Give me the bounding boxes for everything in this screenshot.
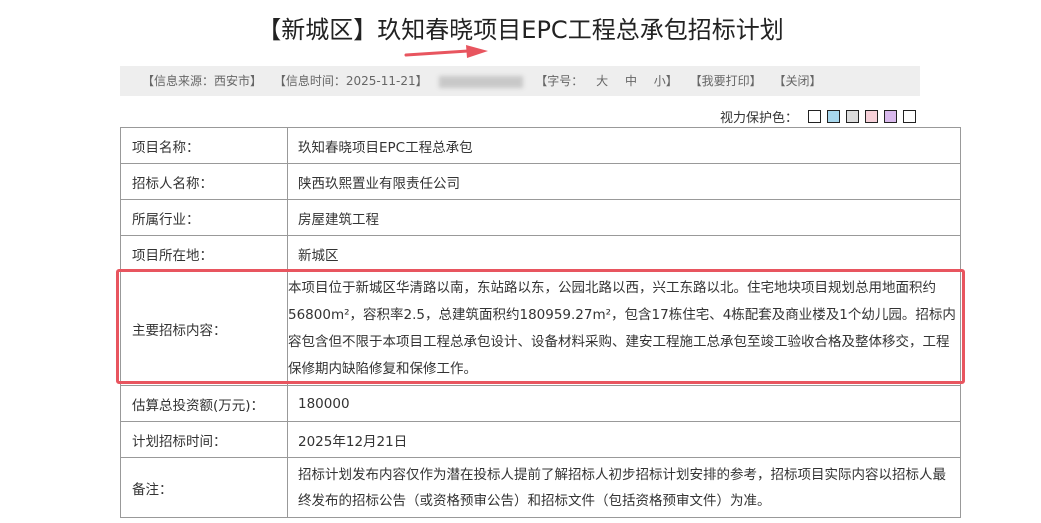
print-link[interactable]: 【我要打印】 — [690, 74, 762, 88]
tender-plan-table: 项目名称： 玖知春晓项目EPC工程总承包 招标人名称： 陕西玖熙置业有限责任公司… — [120, 127, 961, 518]
info-time: 【信息时间：2025-11-21】 — [273, 74, 428, 88]
table-row: 估算总投资额(万元)： 180000 — [120, 385, 961, 422]
row-value: 招标计划发布内容仅作为潜在投标人提前了解招标人初步招标计划安排的参考，招标项目实… — [287, 457, 961, 518]
row-key: 备注： — [120, 457, 288, 518]
row-key: 项目所在地： — [120, 235, 288, 272]
font-size-small-link[interactable]: 小】 — [654, 74, 678, 88]
row-key: 招标人名称： — [120, 163, 288, 200]
font-size-large-link[interactable]: 大 — [596, 74, 608, 88]
table-row: 所属行业： 房屋建筑工程 — [120, 199, 961, 236]
eye-protection-label: 视力保护色： — [720, 111, 799, 126]
info-bar: 【信息来源：西安市】 【信息时间：2025-11-21】 【字号： 大 中 小】… — [120, 66, 920, 96]
blurred-field — [439, 75, 524, 88]
row-value: 陕西玖熙置业有限责任公司 — [287, 163, 961, 200]
row-key: 估算总投资额(万元)： — [120, 385, 288, 422]
color-swatch[interactable] — [865, 110, 879, 123]
font-size-medium-link[interactable]: 中 — [625, 74, 637, 88]
table-row: 主要招标内容： 本项目位于新城区华清路以南，东站路以东，公园北路以西，兴工东路以… — [120, 271, 961, 386]
row-key: 所属行业： — [120, 199, 288, 236]
table-row: 项目名称： 玖知春晓项目EPC工程总承包 — [120, 127, 961, 164]
table-row: 项目所在地： 新城区 — [120, 235, 961, 272]
row-value: 房屋建筑工程 — [287, 199, 961, 236]
table-row: 计划招标时间： 2025年12月21日 — [120, 421, 961, 458]
color-swatch[interactable] — [808, 110, 822, 123]
row-value: 玖知春晓项目EPC工程总承包 — [287, 127, 961, 164]
row-key: 计划招标时间： — [120, 421, 288, 458]
color-swatch[interactable] — [903, 110, 917, 123]
color-swatch[interactable] — [884, 110, 898, 123]
row-key: 主要招标内容： — [120, 271, 288, 386]
row-key: 项目名称： — [120, 127, 288, 164]
row-value: 2025年12月21日 — [287, 421, 961, 458]
eye-protection-color-picker: 视力保护色： — [720, 107, 922, 126]
table-row: 招标人名称： 陕西玖熙置业有限责任公司 — [120, 163, 961, 200]
font-size-label: 【字号： — [535, 74, 584, 88]
table-row: 备注： 招标计划发布内容仅作为潜在投标人提前了解招标人初步招标计划安排的参考，招… — [120, 457, 961, 518]
row-value: 新城区 — [287, 235, 961, 272]
color-swatch[interactable] — [846, 110, 860, 123]
row-value: 180000 — [287, 385, 961, 422]
red-arrow-annotation — [404, 45, 488, 58]
row-value: 本项目位于新城区华清路以南，东站路以东，公园北路以西，兴工东路以北。住宅地块项目… — [287, 271, 961, 386]
info-source: 【信息来源：西安市】 — [142, 74, 263, 88]
page-title: 【新城区】玖知春晓项目EPC工程总承包招标计划 — [257, 16, 784, 44]
close-link[interactable]: 【关闭】 — [773, 74, 821, 88]
color-swatch[interactable] — [827, 110, 841, 123]
